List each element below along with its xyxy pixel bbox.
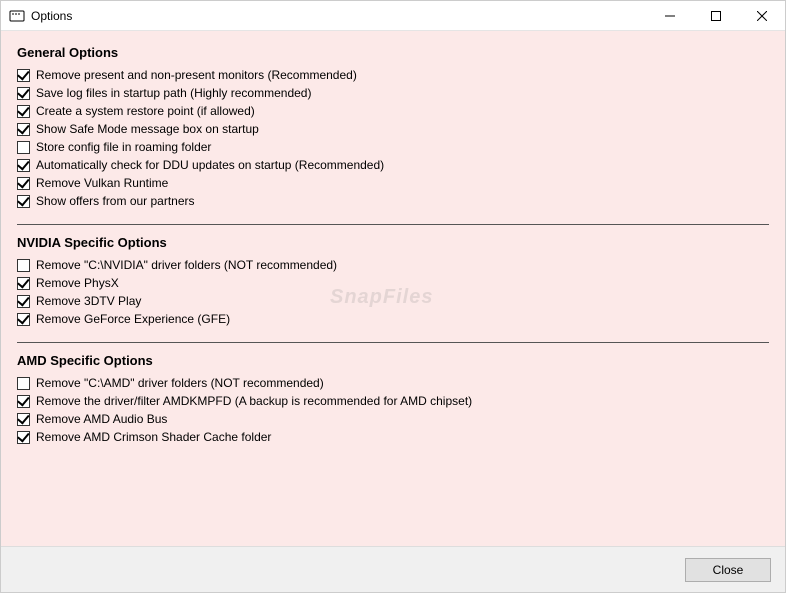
option-row: Remove "C:\NVIDIA" driver folders (NOT r… (17, 256, 769, 274)
option-row: Remove PhysX (17, 274, 769, 292)
option-row: Show offers from our partners (17, 192, 769, 210)
option-checkbox[interactable] (17, 377, 30, 390)
option-checkbox[interactable] (17, 123, 30, 136)
close-window-button[interactable] (739, 1, 785, 31)
option-row: Remove the driver/filter AMDKMPFD (A bac… (17, 392, 769, 410)
option-label: Save log files in startup path (Highly r… (36, 86, 311, 100)
option-label: Remove 3DTV Play (36, 294, 141, 308)
option-row: Automatically check for DDU updates on s… (17, 156, 769, 174)
option-checkbox[interactable] (17, 431, 30, 444)
option-checkbox[interactable] (17, 69, 30, 82)
option-row: Store config file in roaming folder (17, 138, 769, 156)
option-label: Show offers from our partners (36, 194, 195, 208)
option-checkbox[interactable] (17, 413, 30, 426)
section-title: NVIDIA Specific Options (17, 235, 769, 250)
option-label: Remove AMD Audio Bus (36, 412, 167, 426)
option-checkbox[interactable] (17, 395, 30, 408)
option-checkbox[interactable] (17, 177, 30, 190)
option-label: Show Safe Mode message box on startup (36, 122, 259, 136)
option-row: Create a system restore point (if allowe… (17, 102, 769, 120)
option-row: Remove present and non-present monitors … (17, 66, 769, 84)
option-checkbox[interactable] (17, 141, 30, 154)
option-label: Remove AMD Crimson Shader Cache folder (36, 430, 271, 444)
dialog-footer: Close (1, 546, 785, 592)
option-row: Show Safe Mode message box on startup (17, 120, 769, 138)
section-divider (17, 342, 769, 343)
option-row: Remove AMD Audio Bus (17, 410, 769, 428)
close-button[interactable]: Close (685, 558, 771, 582)
option-label: Automatically check for DDU updates on s… (36, 158, 384, 172)
options-panel: General Options Remove present and non-pr… (1, 31, 785, 546)
options-section: NVIDIA Specific Options Remove "C:\NVIDIA… (17, 235, 769, 328)
titlebar: Options (1, 1, 785, 31)
option-label: Remove present and non-present monitors … (36, 68, 357, 82)
option-label: Create a system restore point (if allowe… (36, 104, 255, 118)
option-checkbox[interactable] (17, 295, 30, 308)
option-label: Remove "C:\AMD" driver folders (NOT reco… (36, 376, 324, 390)
option-checkbox[interactable] (17, 277, 30, 290)
option-row: Remove GeForce Experience (GFE) (17, 310, 769, 328)
section-divider (17, 224, 769, 225)
option-label: Remove "C:\NVIDIA" driver folders (NOT r… (36, 258, 337, 272)
option-row: Save log files in startup path (Highly r… (17, 84, 769, 102)
options-section: General Options Remove present and non-pr… (17, 45, 769, 210)
option-label: Remove PhysX (36, 276, 119, 290)
option-checkbox[interactable] (17, 313, 30, 326)
window-title: Options (31, 9, 72, 23)
section-title: AMD Specific Options (17, 353, 769, 368)
option-checkbox[interactable] (17, 105, 30, 118)
minimize-button[interactable] (647, 1, 693, 31)
option-checkbox[interactable] (17, 195, 30, 208)
option-label: Remove Vulkan Runtime (36, 176, 168, 190)
option-checkbox[interactable] (17, 259, 30, 272)
option-label: Remove the driver/filter AMDKMPFD (A bac… (36, 394, 472, 408)
option-label: Store config file in roaming folder (36, 140, 211, 154)
option-row: Remove AMD Crimson Shader Cache folder (17, 428, 769, 446)
option-row: Remove 3DTV Play (17, 292, 769, 310)
option-row: Remove "C:\AMD" driver folders (NOT reco… (17, 374, 769, 392)
options-section: AMD Specific Options Remove "C:\AMD" driv… (17, 353, 769, 446)
option-row: Remove Vulkan Runtime (17, 174, 769, 192)
window-controls (647, 1, 785, 31)
option-checkbox[interactable] (17, 159, 30, 172)
section-title: General Options (17, 45, 769, 60)
option-label: Remove GeForce Experience (GFE) (36, 312, 230, 326)
maximize-button[interactable] (693, 1, 739, 31)
app-icon (9, 8, 25, 24)
option-checkbox[interactable] (17, 87, 30, 100)
